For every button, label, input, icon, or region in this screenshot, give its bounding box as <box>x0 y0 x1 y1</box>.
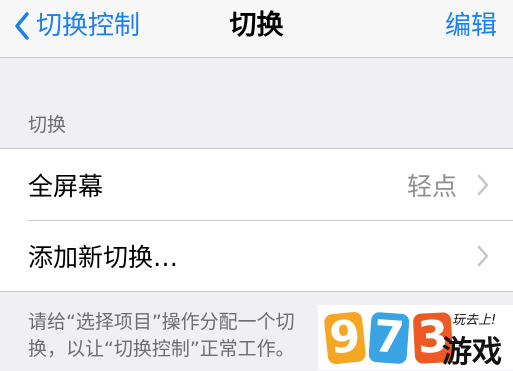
full-screen-value: 轻点 <box>406 171 457 201</box>
page-title: 切换 <box>229 10 284 41</box>
settings-group: 全屏幕 轻点 添加新切换… <box>0 148 513 292</box>
site-watermark-logo: 9 7 3 玩去上! 游戏 <box>318 305 513 370</box>
navigation-bar: 切换控制 切换 编辑 <box>0 0 513 58</box>
section-header: 切换 <box>28 114 67 136</box>
full-screen-label: 全屏幕 <box>28 171 104 201</box>
full-screen-row[interactable]: 全屏幕 轻点 <box>0 149 513 220</box>
add-new-switch-label: 添加新切换… <box>28 242 179 272</box>
watermark-digit-7: 7 <box>368 311 410 365</box>
watermark-slogan: 玩去上! <box>452 313 497 328</box>
watermark-digit-9: 9 <box>323 311 367 365</box>
section-footer: 请给“选择项目”操作分配一个切换，以让“切换控制”正常工作。 <box>28 311 295 360</box>
edit-button[interactable]: 编辑 <box>445 8 497 44</box>
chevron-right-icon <box>477 245 489 266</box>
watermark-text: 游戏 <box>442 335 502 370</box>
chevron-right-icon <box>477 174 489 195</box>
add-new-switch-row[interactable]: 添加新切换… <box>0 220 513 291</box>
